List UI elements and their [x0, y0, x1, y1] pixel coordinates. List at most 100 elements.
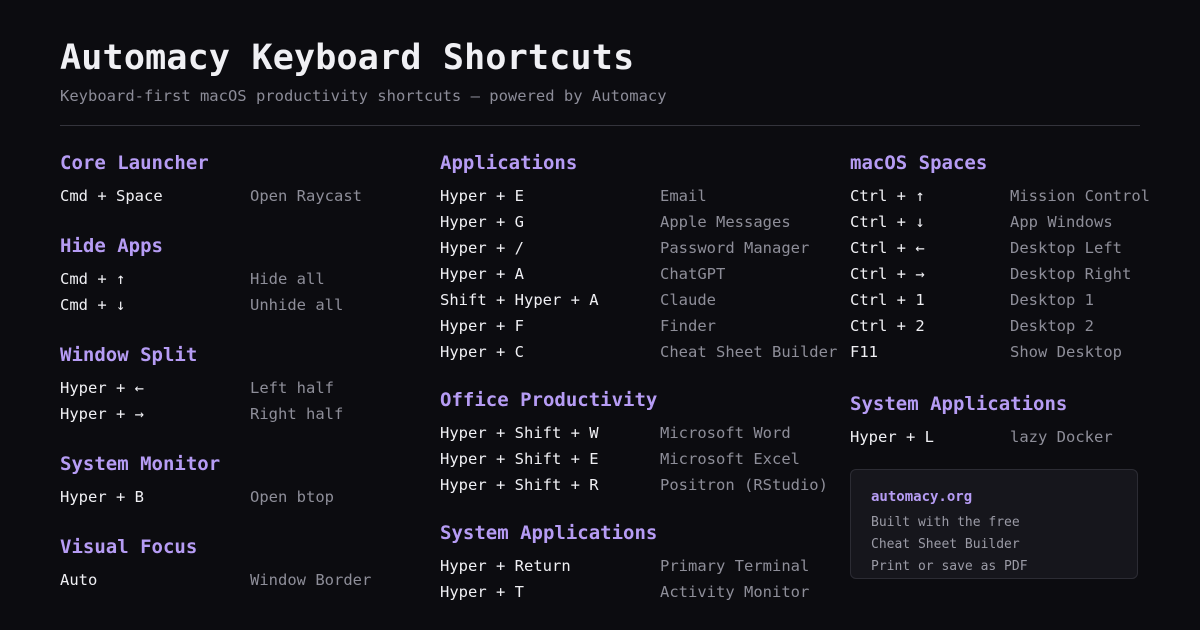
shortcut-description: Desktop 1 — [1010, 291, 1094, 309]
shortcut-key: Ctrl + → — [850, 265, 925, 283]
shortcut-description: Microsoft Excel — [660, 450, 800, 468]
section-title: Applications — [440, 152, 578, 174]
page-title: Automacy Keyboard Shortcuts — [60, 38, 635, 78]
shortcut-key: Hyper + F — [440, 317, 524, 335]
shortcut-row: F11 Show Desktop — [850, 339, 1150, 365]
shortcut-row: Hyper + ← Left half — [60, 375, 420, 401]
section-title: System Monitor — [60, 453, 221, 475]
section-title: Core Launcher — [60, 152, 209, 174]
shortcut-row: Hyper + G Apple Messages — [440, 209, 840, 235]
section-office-productivity: Office Productivity Hyper + Shift + W Mi… — [440, 387, 840, 498]
shortcut-description: Finder — [660, 317, 716, 335]
shortcut-key: Hyper + G — [440, 213, 524, 231]
shortcut-description: lazy Docker — [1010, 428, 1113, 446]
shortcut-key: Ctrl + ↑ — [850, 187, 925, 205]
shortcut-row: Ctrl + 2 Desktop 2 — [850, 313, 1150, 339]
section-system-applications-2: System Applications Hyper + L lazy Docke… — [850, 391, 1150, 450]
shortcut-row: Hyper + Shift + E Microsoft Excel — [440, 446, 840, 472]
shortcut-description: Desktop Left — [1010, 239, 1122, 257]
section-window-split: Window Split Hyper + ← Left half Hyper +… — [60, 342, 420, 427]
shortcut-key: Shift + Hyper + A — [440, 291, 599, 309]
shortcut-key: Hyper + Shift + W — [440, 424, 599, 442]
shortcut-description: Show Desktop — [1010, 343, 1122, 361]
shortcut-key: Ctrl + ← — [850, 239, 925, 257]
section-title: Office Productivity — [440, 389, 658, 411]
shortcut-key: Hyper + A — [440, 265, 524, 283]
shortcut-description: App Windows — [1010, 213, 1113, 231]
shortcut-description: Positron (RStudio) — [660, 476, 828, 494]
shortcut-key: Ctrl + 2 — [850, 317, 925, 335]
shortcut-description: Password Manager — [660, 239, 810, 257]
shortcut-key: Hyper + Shift + E — [440, 450, 599, 468]
shortcut-key: Hyper + L — [850, 428, 934, 446]
shortcut-key: Cmd + Space — [60, 187, 163, 205]
shortcut-description: Primary Terminal — [660, 557, 810, 575]
section-applications: Applications Hyper + E Email Hyper + G A… — [440, 150, 840, 365]
shortcut-key: Hyper + T — [440, 583, 524, 601]
shortcut-row: Ctrl + ← Desktop Left — [850, 235, 1150, 261]
shortcut-description: Apple Messages — [660, 213, 791, 231]
shortcut-column-1: Core Launcher Cmd + Space Open Raycast H… — [60, 150, 420, 617]
shortcut-key: Ctrl + 1 — [850, 291, 925, 309]
shortcut-row: Hyper + Shift + R Positron (RStudio) — [440, 472, 840, 498]
shortcut-key: Cmd + ↓ — [60, 296, 126, 314]
section-visual-focus: Visual Focus Auto Window Border — [60, 534, 420, 593]
shortcut-key: Auto — [60, 571, 98, 589]
shortcut-key: Hyper + / — [440, 239, 524, 257]
shortcut-row: Ctrl + → Desktop Right — [850, 261, 1150, 287]
shortcut-key: Hyper + C — [440, 343, 524, 361]
shortcut-row: Ctrl + ↓ App Windows — [850, 209, 1150, 235]
shortcut-key: Hyper + E — [440, 187, 524, 205]
section-macos-spaces: macOS Spaces Ctrl + ↑ Mission Control Ct… — [850, 150, 1150, 365]
shortcut-description: Open btop — [250, 488, 334, 506]
shortcut-key: Hyper + ← — [60, 379, 144, 397]
section-title: macOS Spaces — [850, 152, 988, 174]
shortcut-row: Hyper + E Email — [440, 183, 840, 209]
shortcut-row: Hyper + L lazy Docker — [850, 424, 1150, 450]
shortcut-description: Email — [660, 187, 707, 205]
shortcut-row: Hyper + C Cheat Sheet Builder — [440, 339, 840, 365]
shortcut-column-3: macOS Spaces Ctrl + ↑ Mission Control Ct… — [850, 150, 1150, 476]
shortcut-description: Microsoft Word — [660, 424, 791, 442]
shortcut-key: Cmd + ↑ — [60, 270, 126, 288]
info-card-line: Cheat Sheet Builder — [871, 537, 1020, 552]
shortcut-row: Hyper + T Activity Monitor — [440, 579, 840, 605]
section-title: System Applications — [440, 522, 658, 544]
shortcut-description: Window Border — [250, 571, 372, 589]
shortcut-row: Auto Window Border — [60, 567, 420, 593]
shortcut-description: Desktop 2 — [1010, 317, 1094, 335]
section-system-monitor: System Monitor Hyper + B Open btop — [60, 451, 420, 510]
automacy-link[interactable]: automacy.org — [871, 486, 1117, 508]
shortcut-key: Hyper + Return — [440, 557, 571, 575]
cheat-sheet-page: Automacy Keyboard Shortcuts Keyboard-fir… — [60, 0, 1150, 630]
shortcut-row: Hyper + A ChatGPT — [440, 261, 840, 287]
shortcut-row: Hyper + Shift + W Microsoft Word — [440, 420, 840, 446]
section-title: System Applications — [850, 393, 1068, 415]
shortcut-description: Unhide all — [250, 296, 344, 314]
shortcut-description: Cheat Sheet Builder — [660, 343, 838, 361]
header-divider — [60, 125, 1140, 126]
shortcut-row: Hyper + B Open btop — [60, 484, 420, 510]
shortcut-row: Cmd + Space Open Raycast — [60, 183, 420, 209]
info-card: automacy.org Built with the free Cheat S… — [850, 469, 1138, 579]
shortcut-description: Hide all — [250, 270, 325, 288]
section-core-launcher: Core Launcher Cmd + Space Open Raycast — [60, 150, 420, 209]
shortcut-description: Claude — [660, 291, 716, 309]
shortcut-key: Ctrl + ↓ — [850, 213, 925, 231]
shortcut-key: Hyper + Shift + R — [440, 476, 599, 494]
shortcut-row: Hyper + / Password Manager — [440, 235, 840, 261]
shortcut-description: Mission Control — [1010, 187, 1150, 205]
shortcut-description: ChatGPT — [660, 265, 726, 283]
info-card-line: Built with the free — [871, 515, 1020, 530]
shortcut-key: F11 — [850, 343, 878, 361]
shortcut-key: Hyper + B — [60, 488, 144, 506]
shortcut-key: Hyper + → — [60, 405, 144, 423]
section-title: Hide Apps — [60, 235, 163, 257]
section-system-applications: System Applications Hyper + Return Prima… — [440, 520, 840, 605]
shortcut-row: Cmd + ↓ Unhide all — [60, 292, 420, 318]
shortcut-column-2: Applications Hyper + E Email Hyper + G A… — [440, 150, 840, 627]
page-subtitle: Keyboard-first macOS productivity shortc… — [60, 87, 667, 105]
shortcut-row: Cmd + ↑ Hide all — [60, 266, 420, 292]
shortcut-description: Desktop Right — [1010, 265, 1132, 283]
section-hide-apps: Hide Apps Cmd + ↑ Hide all Cmd + ↓ Unhid… — [60, 233, 420, 318]
